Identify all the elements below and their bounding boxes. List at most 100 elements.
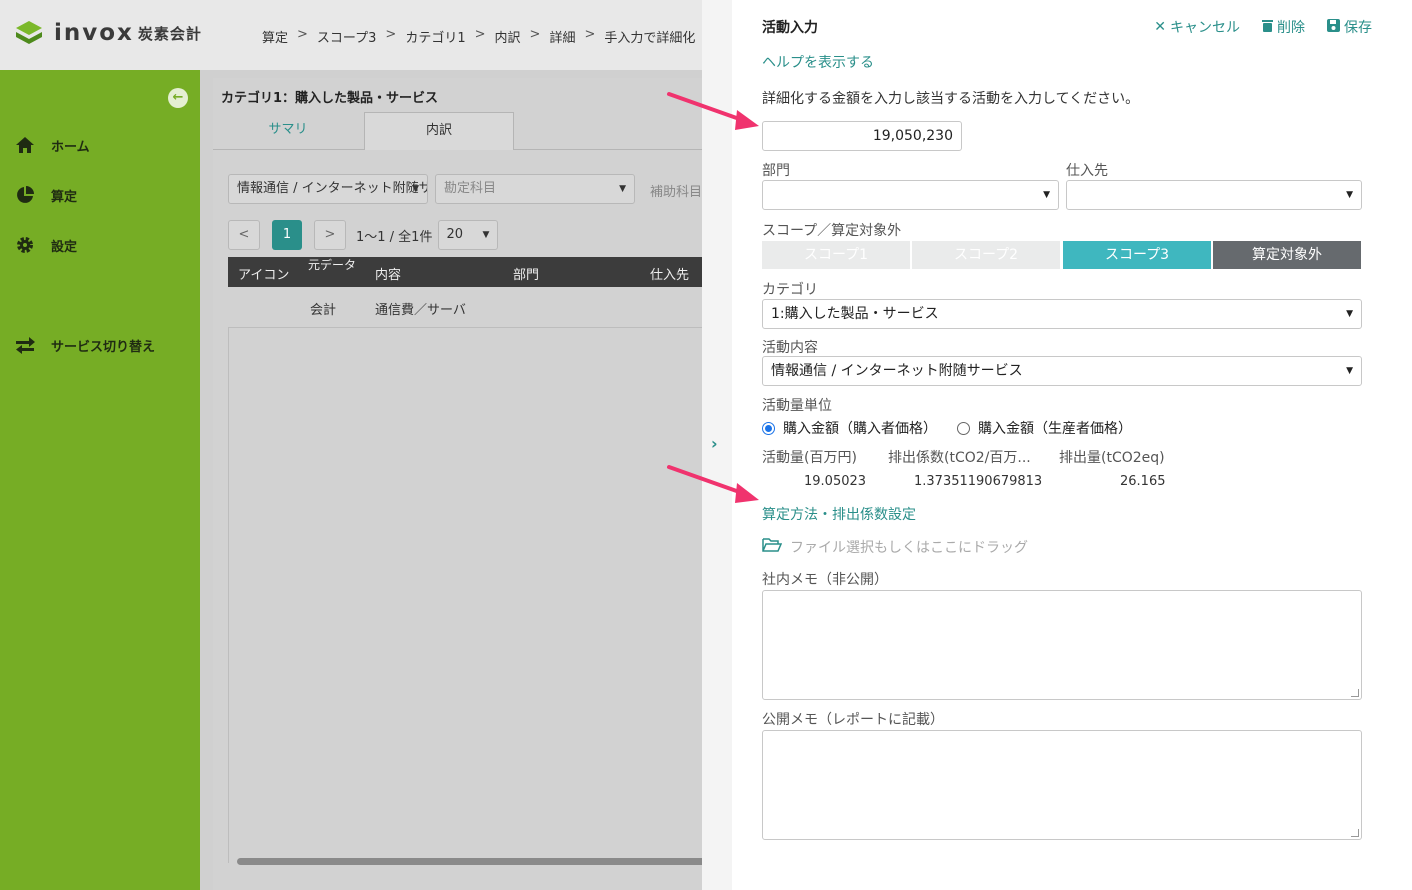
page-title: カテゴリ1：購入した製品・サービス — [221, 91, 439, 106]
close-icon: ✕ — [1154, 19, 1166, 35]
chevron-right-icon: > — [297, 27, 308, 42]
breadcrumb-item[interactable]: カテゴリ1 — [405, 27, 465, 46]
file-drop-zone[interactable]: ファイル選択もしくはここにドラッグ — [762, 537, 1028, 557]
supplier-select[interactable]: ▼ — [1066, 180, 1362, 210]
scope-1-button[interactable]: スコープ1 — [762, 241, 910, 269]
caret-down-icon: ▼ — [1346, 190, 1353, 200]
breadcrumb-item[interactable]: 算定 — [262, 27, 288, 46]
chevron-right-icon[interactable]: › — [711, 434, 718, 453]
sidebar-item-label: 設定 — [51, 239, 78, 255]
caret-down-icon: ▼ — [412, 184, 419, 194]
excluded-scope-button[interactable]: 算定対象外 — [1213, 241, 1361, 269]
next-page-button[interactable]: > — [314, 220, 346, 250]
activity-filter-select[interactable]: 情報通信 / インターネット附随サービス ▼ — [228, 174, 428, 204]
main-content: カテゴリ1：購入した製品・サービス サマリ 内訳 情報通信 / インターネット附… — [213, 78, 713, 890]
table-body — [228, 328, 713, 863]
activity-select[interactable]: 情報通信 / インターネット附随サービス ▼ — [762, 356, 1362, 386]
supplier-label: 仕入先 — [1066, 163, 1108, 179]
current-page-button[interactable]: 1 — [272, 220, 302, 250]
cancel-label: キャンセル — [1170, 20, 1240, 36]
collapse-sidebar-button[interactable]: ← — [168, 88, 188, 108]
page-range: 1〜1 / 全1件 — [356, 229, 433, 245]
public-memo-textarea[interactable] — [762, 730, 1362, 840]
delete-button[interactable]: 削除 — [1262, 17, 1305, 37]
activity-amount-value: 19.05023 — [804, 474, 867, 489]
radio-unchecked-icon — [957, 421, 970, 435]
emission-amount-header: 排出量(tCO2eq) — [1059, 450, 1165, 466]
activity-amount-header: 活動量(百万円) — [762, 450, 857, 466]
pie-chart-icon — [14, 184, 36, 206]
department-label: 部門 — [762, 163, 790, 179]
emission-amount-value: 26.165 — [1120, 474, 1166, 489]
delete-label: 削除 — [1277, 20, 1305, 36]
sidebar-item-home[interactable]: ホーム — [14, 134, 90, 156]
sidebar-item-label: 算定 — [51, 189, 78, 205]
unit-option-label: 購入金額（購入者価格） — [783, 421, 937, 437]
pagination: < 1 > 1〜1 / 全1件 20 ▼ — [228, 220, 499, 250]
scope-3-button[interactable]: スコープ3 — [1063, 241, 1211, 269]
tab-bar: サマリ 内訳 — [213, 112, 703, 150]
unit-label: 活動量単位 — [762, 398, 832, 414]
save-icon — [1327, 18, 1340, 36]
scope-label: スコープ／算定対象外 — [762, 223, 902, 239]
unit-radio-producer[interactable]: 購入金額（生産者価格） — [957, 418, 1132, 438]
column-header: 内容 — [375, 268, 402, 283]
breadcrumb-item[interactable]: 詳細 — [549, 27, 575, 46]
switch-icon — [14, 334, 36, 356]
chevron-right-icon: > — [529, 27, 541, 42]
activity-filter-value: 情報通信 / インターネット附随サービス — [237, 181, 427, 196]
sidebar-item-switch-service[interactable]: サービス切り替え — [14, 334, 155, 356]
caret-down-icon: ▼ — [1346, 366, 1353, 376]
category-label: カテゴリ — [762, 282, 818, 298]
radio-checked-icon — [762, 421, 775, 435]
column-header: 部門 — [513, 268, 540, 283]
activity-value: 情報通信 / インターネット附随サービス — [771, 363, 1023, 379]
sidebar: ← ホーム 算定 設定 サービス切り替え — [0, 70, 200, 890]
unit-option-label: 購入金額（生産者価格） — [978, 421, 1132, 437]
panel-title: 活動入力 — [762, 20, 818, 36]
panel-actions: ✕ キャンセル 削除 保存 — [1154, 17, 1372, 37]
sidebar-item-calculation[interactable]: 算定 — [14, 184, 77, 206]
sub-account-filter[interactable]: 補助科目 — [650, 181, 702, 200]
table-row[interactable]: 会計 通信費／サーバ — [228, 288, 713, 328]
column-header: 元データ — [308, 258, 357, 272]
trash-icon — [1262, 19, 1273, 36]
scope-2-button[interactable]: スコープ2 — [912, 241, 1060, 269]
chevron-right-icon: > — [385, 27, 397, 42]
breadcrumb-item[interactable]: 内訳 — [495, 27, 521, 46]
tab-summary[interactable]: サマリ — [213, 112, 363, 150]
amount-input[interactable]: 19,050,230 — [762, 121, 962, 151]
emission-factor-header: 排出係数(tCO2/百万... — [888, 450, 1031, 466]
chevron-right-icon: > — [474, 27, 486, 42]
sidebar-item-label: サービス切り替え — [51, 339, 156, 355]
activity-input-panel: 活動入力 ✕ キャンセル 削除 保存 ヘルプを表示する 詳細化する金額を入力し該… — [732, 0, 1412, 890]
internal-memo-textarea[interactable] — [762, 590, 1362, 700]
save-button[interactable]: 保存 — [1327, 17, 1372, 37]
row-source: 会計 — [310, 303, 337, 318]
caret-down-icon: ▼ — [482, 230, 490, 240]
department-select[interactable]: ▼ — [762, 180, 1059, 210]
save-label: 保存 — [1344, 20, 1372, 36]
calculation-method-link[interactable]: 算定方法・排出係数設定 — [762, 504, 916, 524]
sidebar-item-settings[interactable]: 設定 — [14, 234, 77, 256]
tab-breakdown[interactable]: 内訳 — [364, 112, 514, 150]
account-filter-select[interactable]: 勘定科目 ▼ — [435, 174, 635, 204]
cancel-button[interactable]: ✕ キャンセル — [1154, 17, 1240, 37]
emission-factor-value: 1.37351190679813 — [914, 474, 1043, 489]
column-header: アイコン — [238, 268, 290, 283]
breadcrumb-item[interactable]: スコープ3 — [317, 27, 377, 46]
caret-down-icon: ▼ — [1346, 309, 1353, 319]
per-page-select[interactable]: 20 ▼ — [438, 220, 499, 250]
caret-down-icon: ▼ — [619, 184, 626, 194]
prev-page-button[interactable]: < — [228, 220, 260, 250]
horizontal-scrollbar[interactable] — [237, 858, 707, 865]
help-link[interactable]: ヘルプを表示する — [762, 52, 874, 72]
app-logo[interactable]: invox 炭素会計 — [14, 18, 202, 48]
logo-icon — [14, 18, 44, 48]
breadcrumb-item: 手入力で詳細化 — [604, 31, 696, 46]
unit-radio-purchaser[interactable]: 購入金額（購入者価格） — [762, 418, 937, 438]
instruction-text: 詳細化する金額を入力し該当する活動を入力してください。 — [762, 91, 1140, 107]
column-header: 仕入先 — [650, 268, 690, 283]
sidebar-item-label: ホーム — [51, 139, 90, 155]
category-select[interactable]: 1:購入した製品・サービス ▼ — [762, 299, 1362, 329]
